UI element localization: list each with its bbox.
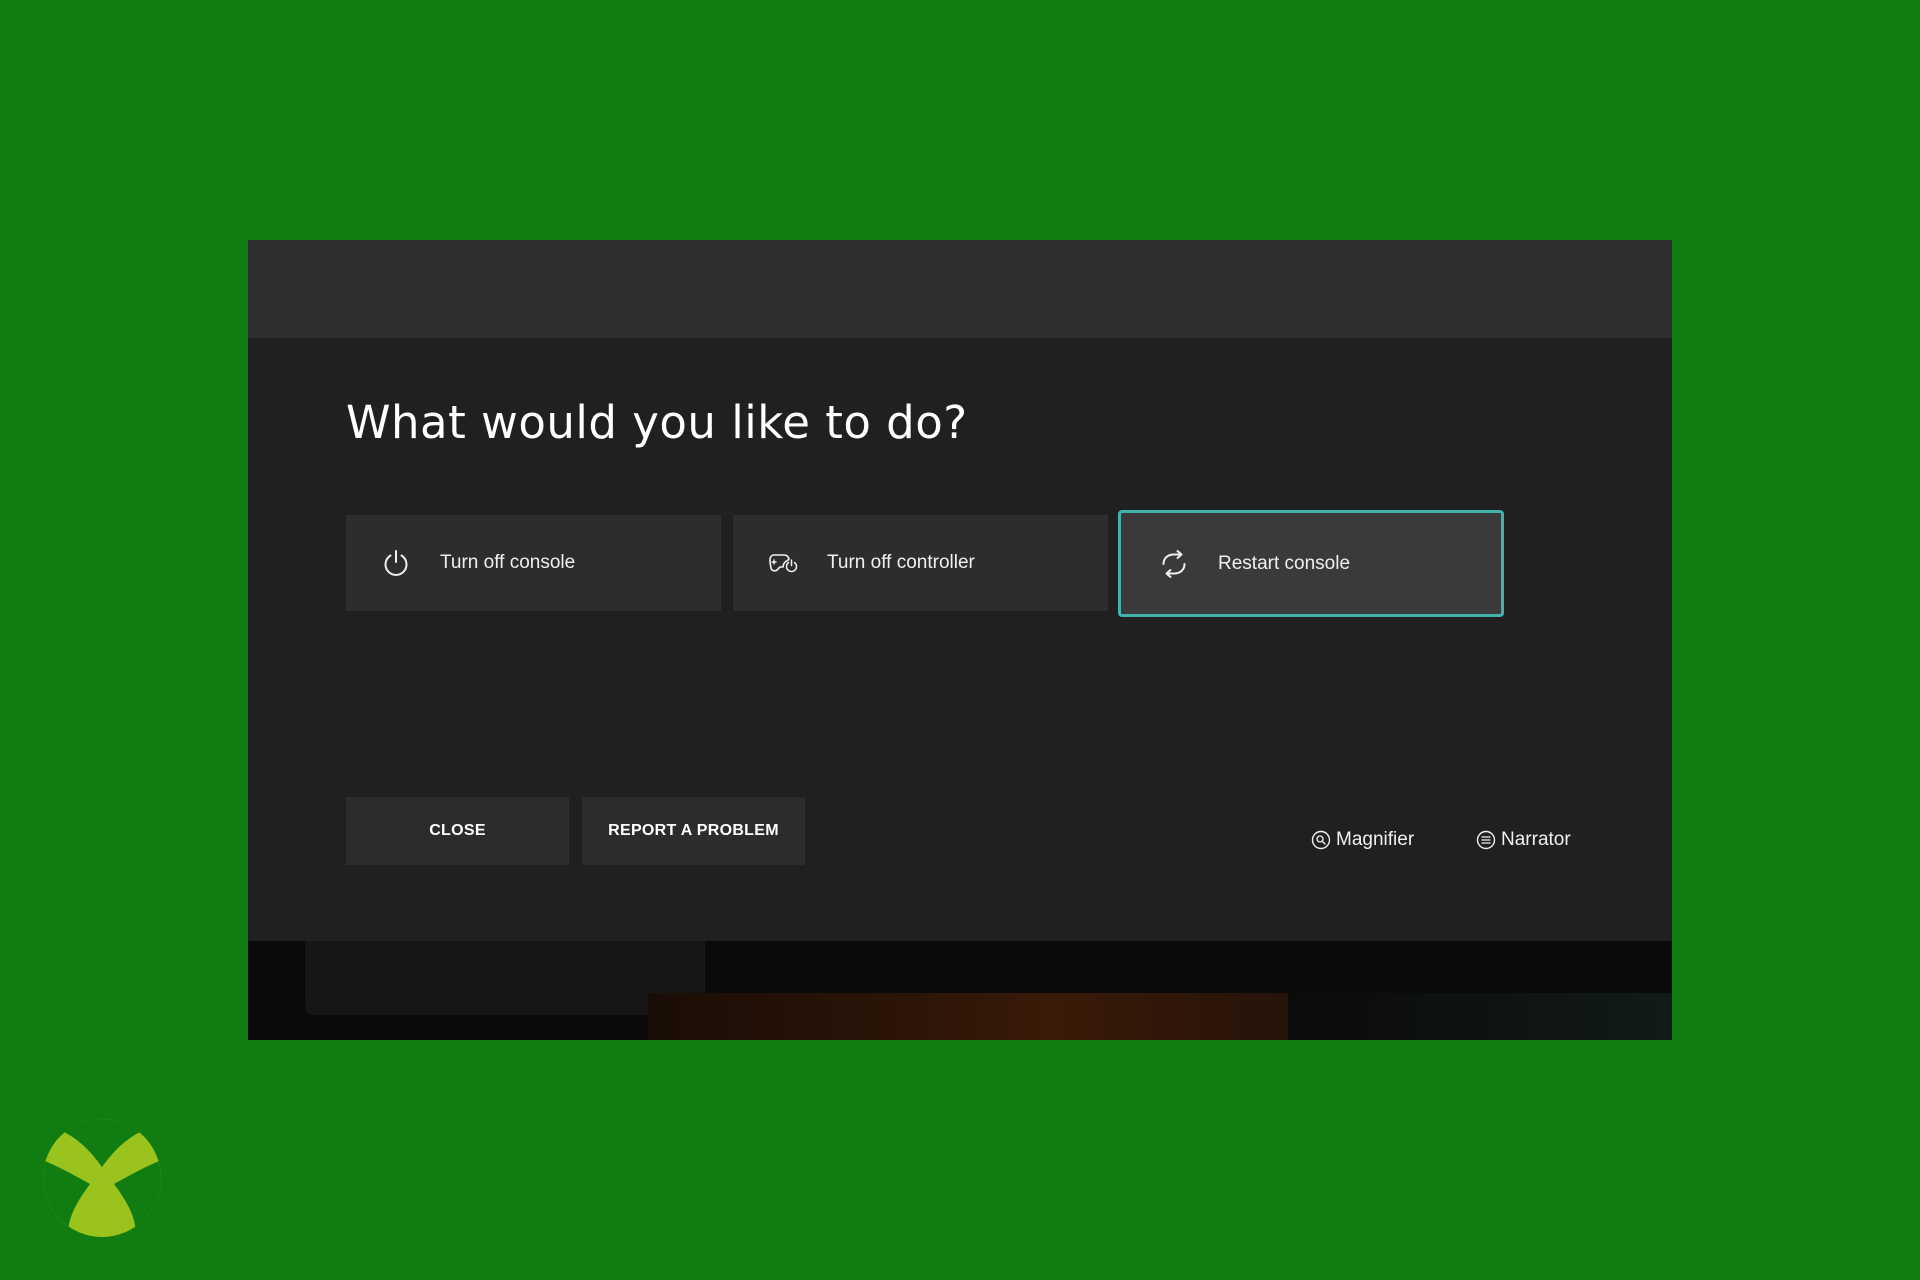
report-problem-button[interactable]: REPORT A PROBLEM: [582, 797, 805, 865]
magnifier-button[interactable]: Magnifier: [1311, 829, 1414, 851]
narrator-icon: [1476, 830, 1496, 850]
controller-power-icon: [767, 547, 799, 579]
restart-icon: [1158, 548, 1190, 580]
power-dialog: What would you like to do? Turn off cons…: [248, 338, 1672, 941]
turn-off-controller-label: Turn off controller: [827, 552, 975, 573]
close-button[interactable]: CLOSE: [346, 797, 569, 865]
background-game-tile: [1288, 993, 1672, 1040]
background-game-tile: [648, 993, 1324, 1040]
narrator-button[interactable]: Narrator: [1476, 829, 1571, 851]
narrator-label: Narrator: [1501, 829, 1571, 850]
console-screen: What would you like to do? Turn off cons…: [248, 240, 1672, 1040]
background-panel: [305, 941, 705, 1015]
turn-off-console-option[interactable]: Turn off console: [346, 515, 721, 611]
magnifier-icon: [1311, 830, 1331, 850]
power-icon: [380, 547, 412, 579]
dialog-title: What would you like to do?: [346, 396, 968, 449]
xbox-logo-icon: [42, 1118, 162, 1238]
turn-off-controller-option[interactable]: Turn off controller: [733, 515, 1108, 611]
header-band: [248, 240, 1672, 338]
turn-off-console-label: Turn off console: [440, 552, 576, 573]
restart-console-option[interactable]: Restart console: [1118, 510, 1504, 617]
magnifier-label: Magnifier: [1336, 829, 1415, 850]
background-dashboard-strip: [248, 941, 1672, 1040]
restart-console-label: Restart console: [1218, 552, 1351, 574]
